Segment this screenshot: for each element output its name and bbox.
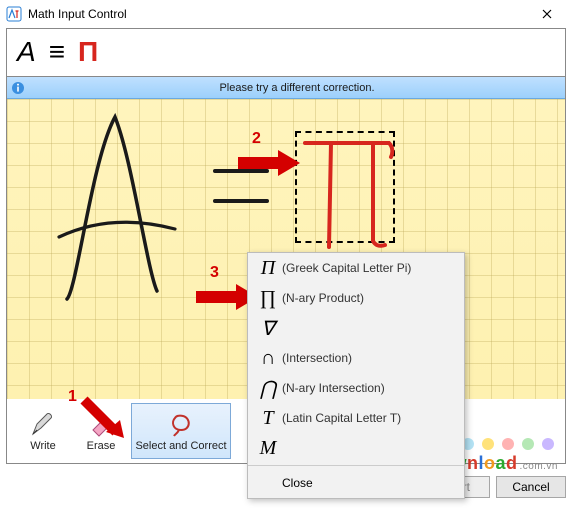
status-bar: Please try a different correction. (7, 77, 565, 99)
cancel-button[interactable]: Cancel (496, 476, 566, 498)
preview-equiv: ≡ (49, 36, 68, 67)
symbol-desc: (Latin Capital Letter T) (282, 411, 401, 425)
symbol-desc: (Greek Capital Letter Pi) (282, 261, 411, 275)
select-correct-label: Select and Correct (135, 440, 226, 452)
erase-label: Erase (87, 440, 116, 452)
write-tool[interactable]: Write (15, 403, 71, 459)
symbol-desc: (N-ary Product) (282, 291, 364, 305)
correction-option-pi[interactable]: Π (Greek Capital Letter Pi) (248, 253, 464, 283)
preview-A: A (17, 36, 39, 67)
write-label: Write (30, 440, 55, 452)
eraser-icon (87, 410, 115, 438)
symbol-desc: (N-ary Intersection) (282, 381, 385, 395)
window-close-button[interactable] (528, 0, 566, 28)
correction-option-nary-product[interactable]: ∏ (N-ary Product) (248, 283, 464, 313)
correction-option-T[interactable]: T (Latin Capital Letter T) (248, 403, 464, 433)
erase-tool[interactable]: Erase (73, 403, 129, 459)
correction-option-M[interactable]: M (248, 433, 464, 463)
preview-pi: Π (78, 36, 101, 67)
symbol: ∩ (254, 347, 282, 370)
symbol-desc: (Intersection) (282, 351, 352, 365)
correction-menu: Π (Greek Capital Letter Pi) ∏ (N-ary Pro… (247, 252, 465, 499)
close-label: Close (282, 476, 313, 490)
symbol: M (254, 437, 282, 460)
window-title: Math Input Control (28, 7, 528, 21)
formula-preview: A ≡ Π (7, 29, 565, 77)
symbol: ∇ (254, 316, 282, 341)
title-bar: Math Input Control (0, 0, 572, 28)
app-icon (6, 6, 22, 22)
menu-separator (248, 465, 464, 466)
symbol: Π (254, 257, 282, 280)
correction-option-intersection[interactable]: ∩ (Intersection) (248, 343, 464, 373)
symbol: T (254, 407, 282, 430)
select-and-correct-tool[interactable]: Select and Correct (131, 403, 231, 459)
status-message: Please try a different correction. (29, 82, 565, 94)
symbol: ∏ (254, 287, 282, 310)
preview-math: A ≡ Π (17, 36, 101, 69)
info-icon (7, 81, 29, 95)
correction-option-nary-intersection[interactable]: ⋂ (N-ary Intersection) (248, 373, 464, 403)
symbol: ⋂ (254, 376, 282, 401)
correction-menu-close[interactable]: Close (248, 468, 464, 498)
pen-icon (29, 410, 57, 438)
correction-option-nabla[interactable]: ∇ (248, 313, 464, 343)
lasso-icon (167, 410, 195, 438)
watermark-suffix: .com.vn (519, 461, 558, 472)
color-dots (462, 438, 554, 450)
